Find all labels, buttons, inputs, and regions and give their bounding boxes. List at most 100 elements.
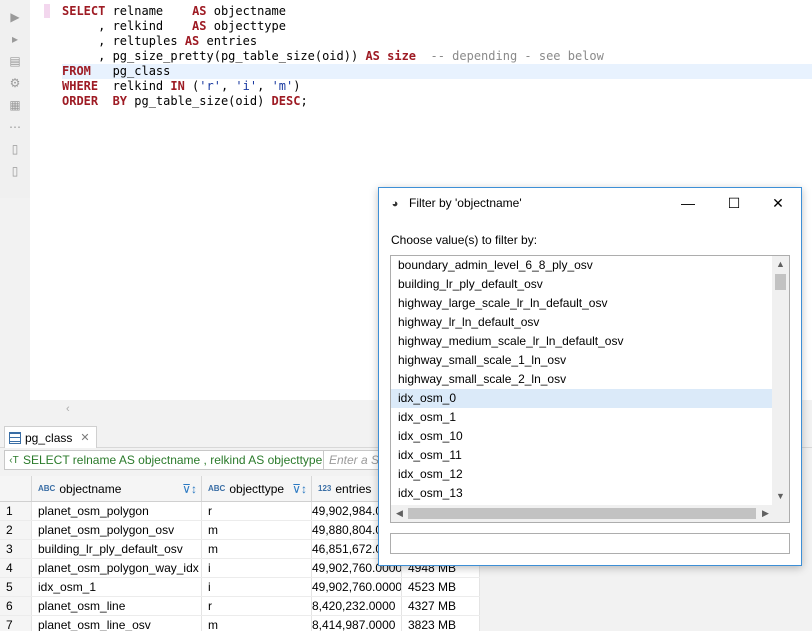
query-text: SELECT relname AS objectname , relkind A… bbox=[23, 453, 323, 467]
dialog-title-bar[interactable]: ◕ Filter by 'objectname' — ☐ ✕ bbox=[379, 188, 801, 218]
table-cell[interactable]: 4327 MB bbox=[402, 597, 480, 615]
column-label: entries bbox=[335, 481, 372, 496]
table-cell[interactable]: planet_osm_line bbox=[32, 597, 202, 615]
list-item[interactable]: idx_osm_10 bbox=[391, 427, 772, 446]
dialog-title: Filter by 'objectname' bbox=[409, 196, 522, 210]
column-filter-icon[interactable]: ⊽↕ bbox=[182, 482, 197, 496]
list-item[interactable]: idx_osm_12 bbox=[391, 465, 772, 484]
code-line[interactable]: , relkind AS objecttype bbox=[62, 19, 812, 34]
table-cell[interactable]: planet_osm_line_osv bbox=[32, 616, 202, 631]
code-token: DESC bbox=[271, 94, 301, 108]
code-token: , bbox=[257, 79, 272, 93]
column-header-objecttype[interactable]: ABC objecttype ⊽↕ bbox=[202, 476, 312, 501]
separator-dots-icon: ⋯ bbox=[9, 120, 21, 134]
close-tab-icon[interactable]: ✕ bbox=[80, 431, 89, 444]
execute-statement-icon[interactable]: ▶ bbox=[8, 10, 22, 24]
code-token: SELECT bbox=[62, 4, 106, 18]
code-line[interactable]: SELECT relname AS objectname bbox=[62, 4, 812, 19]
scroll-up-icon[interactable]: ▲ bbox=[772, 256, 789, 273]
list-item[interactable]: highway_medium_scale_lr_ln_default_osv bbox=[391, 332, 772, 351]
code-token: objecttype bbox=[206, 19, 286, 33]
column-filter-icon[interactable]: ⊽↕ bbox=[292, 482, 307, 496]
minimize-button[interactable]: — bbox=[665, 188, 711, 218]
scroll-thumb[interactable] bbox=[775, 274, 786, 290]
code-token: 'r' bbox=[199, 79, 221, 93]
table-cell[interactable]: r bbox=[202, 502, 312, 520]
execute-script-icon[interactable]: ▸ bbox=[8, 32, 22, 46]
table-cell[interactable]: planet_osm_polygon bbox=[32, 502, 202, 520]
execute-new-tab-icon[interactable]: ▤ bbox=[8, 54, 22, 68]
code-token: size bbox=[379, 49, 431, 63]
tab-pg-class[interactable]: pg_class ✕ bbox=[4, 426, 97, 448]
text-type-icon: ABC bbox=[208, 484, 226, 493]
scroll-left-icon[interactable]: ◀ bbox=[391, 505, 408, 522]
filter-value-input[interactable] bbox=[390, 533, 790, 554]
code-token: ( bbox=[184, 79, 200, 93]
text-type-icon: ABC bbox=[38, 484, 56, 493]
scroll-left-icon[interactable]: ‹ bbox=[66, 403, 70, 415]
load-plan-icon[interactable]: ▦ bbox=[8, 98, 22, 112]
row-number: 2 bbox=[0, 521, 32, 539]
table-cell[interactable]: 8,420,232.0000 bbox=[312, 597, 402, 615]
grid-icon bbox=[9, 431, 21, 444]
table-cell[interactable]: i bbox=[202, 578, 312, 596]
list-item[interactable]: highway_lr_ln_default_osv bbox=[391, 313, 772, 332]
table-cell[interactable]: idx_osm_1 bbox=[32, 578, 202, 596]
close-button[interactable]: ✕ bbox=[755, 188, 801, 218]
code-token: AS bbox=[192, 19, 207, 33]
explain-plan-icon[interactable]: ⚙ bbox=[8, 76, 22, 90]
table-cell[interactable]: 49,902,760.0000 bbox=[312, 578, 402, 596]
table-row[interactable]: 5 idx_osm_1 i 49,902,760.0000 4523 MB bbox=[0, 578, 480, 597]
list-item[interactable]: highway_small_scale_1_ln_osv bbox=[391, 351, 772, 370]
code-line[interactable]: ORDER BY pg_table_size(oid) DESC; bbox=[62, 94, 812, 109]
list-item[interactable]: highway_small_scale_2_ln_osv bbox=[391, 370, 772, 389]
code-line[interactable]: , reltuples AS entries bbox=[62, 34, 812, 49]
table-row[interactable]: 7 planet_osm_line_osv m 8,414,987.0000 3823 … bbox=[0, 616, 480, 631]
list-item[interactable]: building_lr_ply_default_osv bbox=[391, 275, 772, 294]
code-line[interactable]: WHERE relkind IN ('r', 'i', 'm') bbox=[62, 79, 812, 94]
list-item[interactable]: idx_osm_11 bbox=[391, 446, 772, 465]
code-token: relkind bbox=[98, 79, 171, 93]
row-number: 7 bbox=[0, 616, 32, 631]
column-header-objectname[interactable]: ABC objectname ⊽↕ bbox=[32, 476, 202, 501]
list-horizontal-scrollbar[interactable]: ◀ ▶ bbox=[391, 505, 789, 522]
table-row[interactable]: 6 planet_osm_line r 8,420,232.0000 4327 MB bbox=[0, 597, 480, 616]
script-file-icon[interactable]: ▯ bbox=[8, 164, 22, 178]
row-number: 1 bbox=[0, 502, 32, 520]
values-list[interactable]: boundary_admin_level_6_8_ply_osv building… bbox=[390, 255, 790, 523]
maximize-button[interactable]: ☐ bbox=[711, 188, 757, 218]
table-cell[interactable]: m bbox=[202, 616, 312, 631]
code-token: entries bbox=[199, 34, 258, 48]
editor-side-toolbar: ▶ ▸ ▤ ⚙ ▦ ⋯ ▯ ▯ bbox=[0, 0, 30, 198]
filter-dialog: ◕ Filter by 'objectname' — ☐ ✕ Choose va… bbox=[378, 187, 802, 566]
table-cell[interactable]: 3823 MB bbox=[402, 616, 480, 631]
sql-code[interactable]: SELECT relname AS objectname , relkind A… bbox=[62, 4, 812, 109]
list-vertical-scrollbar[interactable]: ▲ ▼ bbox=[772, 256, 789, 505]
code-token: ) bbox=[293, 79, 301, 93]
table-cell[interactable]: 4523 MB bbox=[402, 578, 480, 596]
list-item[interactable]: boundary_admin_level_6_8_ply_osv bbox=[391, 256, 772, 275]
table-cell[interactable]: r bbox=[202, 597, 312, 615]
table-cell[interactable]: planet_osm_polygon_way_idx bbox=[32, 559, 202, 577]
table-cell[interactable]: planet_osm_polygon_osv bbox=[32, 521, 202, 539]
table-cell[interactable]: m bbox=[202, 521, 312, 539]
table-cell[interactable]: i bbox=[202, 559, 312, 577]
table-cell[interactable]: building_lr_ply_default_osv bbox=[32, 540, 202, 558]
choose-values-label: Choose value(s) to filter by: bbox=[391, 233, 538, 247]
sql-query-icon: ‹T bbox=[9, 454, 19, 466]
table-cell[interactable]: 8,414,987.0000 bbox=[312, 616, 402, 631]
scroll-thumb[interactable] bbox=[408, 508, 756, 519]
code-line[interactable]: FROM pg_class bbox=[62, 64, 812, 79]
scroll-right-icon[interactable]: ▶ bbox=[757, 505, 774, 522]
editor-gutter-marker bbox=[44, 4, 50, 18]
table-cell[interactable]: m bbox=[202, 540, 312, 558]
list-item[interactable]: idx_osm_0 bbox=[391, 389, 772, 408]
list-item[interactable]: idx_osm_13 bbox=[391, 484, 772, 503]
list-item[interactable]: idx_osm_1 bbox=[391, 408, 772, 427]
app-window: ▶ ▸ ▤ ⚙ ▦ ⋯ ▯ ▯ SELECT relname AS object… bbox=[0, 0, 812, 631]
code-line[interactable]: , pg_size_pretty(pg_table_size(oid)) AS … bbox=[62, 49, 812, 64]
row-number-header bbox=[0, 476, 32, 501]
list-item[interactable]: highway_large_scale_lr_ln_default_osv bbox=[391, 294, 772, 313]
export-icon[interactable]: ▯ bbox=[8, 142, 22, 156]
scroll-down-icon[interactable]: ▼ bbox=[772, 488, 789, 505]
